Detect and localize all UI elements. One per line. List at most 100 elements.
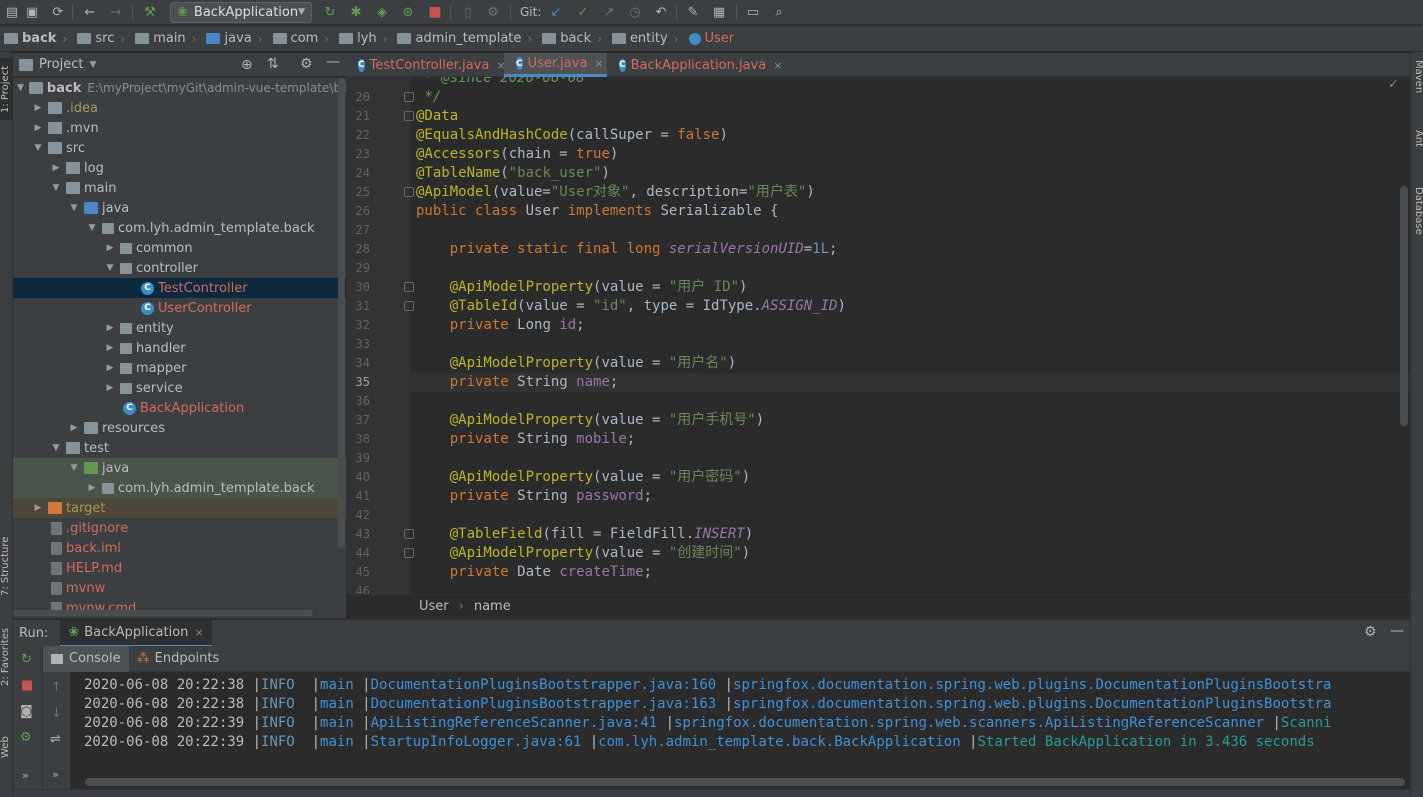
fold-marker[interactable] (404, 282, 414, 292)
tree-item-back-iml[interactable]: back.iml (13, 538, 346, 558)
rerun-icon[interactable]: ↻ (322, 4, 338, 20)
collapse-all-icon[interactable]: ⇅ (267, 56, 279, 72)
minimize-icon[interactable]: — (326, 54, 340, 70)
breadcrumb-item-back[interactable]: back › (0, 31, 73, 46)
more-chevron-icon[interactable]: » (52, 768, 59, 781)
tree-item-idea[interactable]: ▶ .idea (13, 98, 346, 118)
close-icon[interactable]: × (594, 57, 603, 70)
soft-wrap-icon[interactable]: ⇌ (50, 732, 61, 747)
tree-item-root[interactable]: ▼ back E:\myProject\myGit\admin-vue-templ… (13, 78, 346, 98)
breadcrumb-item-java[interactable]: java › (202, 31, 268, 46)
editor-crumb-class[interactable]: User (419, 599, 449, 614)
fold-marker[interactable] (404, 529, 414, 539)
breadcrumb-item-main[interactable]: main › (131, 31, 202, 46)
restore-layout-icon[interactable]: ⚙ (20, 730, 32, 745)
tab-user[interactable]: C User.java × (504, 53, 607, 77)
fold-marker[interactable] (404, 301, 414, 311)
inspection-ok-check-icon[interactable]: ✓ (1388, 77, 1399, 92)
tree-item-resources[interactable]: ▶ resources (13, 418, 346, 438)
breadcrumb-item-entity[interactable]: entity › (608, 31, 685, 46)
git-history-clock-icon[interactable]: ◷ (627, 4, 643, 20)
breadcrumb-item-back-package[interactable]: back › (538, 31, 608, 46)
back-arrow-icon[interactable]: ← (82, 4, 98, 20)
wrench-settings-icon[interactable]: ✎ (685, 4, 701, 20)
horizontal-scrollbar[interactable] (13, 610, 313, 616)
breadcrumb-item-user[interactable]: User (685, 31, 741, 46)
fold-marker[interactable] (404, 111, 414, 121)
save-all-icon[interactable]: ▣ (24, 4, 40, 20)
save-icon[interactable]: ▤ (4, 4, 20, 20)
chevron-down-icon[interactable]: ▼ (89, 60, 96, 70)
debug-bug-icon[interactable]: ✱ (348, 4, 364, 20)
locate-target-icon[interactable]: ⊕ (241, 57, 253, 73)
tree-item-usercontroller[interactable]: C UserController (13, 298, 346, 318)
tree-item-mvnw[interactable]: mvnw (13, 578, 346, 598)
tree-item-package[interactable]: ▼ com.lyh.admin_template.back (13, 218, 346, 238)
down-arrow-icon[interactable]: ↓ (51, 706, 62, 721)
tab-backapplication[interactable]: C BackApplication.java × (607, 53, 782, 77)
search-icon[interactable]: ⌕ (771, 4, 787, 20)
gear-icon[interactable]: ⚙ (1364, 624, 1377, 640)
tree-item-log[interactable]: ▶ log (13, 158, 346, 178)
tree-item-handler[interactable]: ▶ handler (13, 338, 346, 358)
git-commit-check-icon[interactable]: ✓ (575, 4, 591, 20)
tree-item-entity[interactable]: ▶ entity (13, 318, 346, 338)
more-chevron-icon[interactable]: » (22, 769, 29, 782)
close-icon[interactable]: × (194, 626, 203, 639)
tree-item-service[interactable]: ▶ service (13, 378, 346, 398)
forward-arrow-icon[interactable]: → (108, 4, 124, 20)
close-icon[interactable]: × (773, 59, 782, 72)
breadcrumb-item-com[interactable]: com › (269, 31, 336, 46)
fold-marker[interactable] (404, 187, 414, 197)
gear-icon[interactable]: ⚙ (300, 56, 313, 72)
project-panel-title[interactable]: Project (39, 57, 83, 72)
vertical-scrollbar[interactable] (338, 78, 345, 548)
tree-item-test-java[interactable]: ▼ java (13, 458, 346, 478)
git-push-icon[interactable]: ↗ (601, 4, 617, 20)
terminal-window-icon[interactable]: ▭ (745, 4, 761, 20)
rerun-icon[interactable]: ↻ (21, 652, 32, 667)
fold-marker[interactable] (404, 548, 414, 558)
camera-icon[interactable]: ◙ (20, 704, 33, 719)
tree-item-test[interactable]: ▼ test (13, 438, 346, 458)
tool-tab-project[interactable]: 1: Project (0, 58, 13, 120)
tree-item-target[interactable]: ▶ target (13, 498, 346, 518)
console-horizontal-scrollbar[interactable] (85, 778, 1405, 786)
code-editor[interactable]: * @since 2020-06-08 */ @Data @EqualsAndH… (410, 77, 1410, 594)
stop-icon[interactable]: ■ (427, 4, 443, 20)
tree-item-mapper[interactable]: ▶ mapper (13, 358, 346, 378)
build-hammer-icon[interactable]: ⚒ (142, 4, 158, 20)
coverage-icon[interactable]: ◈ (374, 4, 390, 20)
tool-tab-favorites[interactable]: 2: Favorites (0, 622, 13, 692)
tool-tab-ant[interactable]: Ant (1411, 130, 1423, 170)
tab-testcontroller[interactable]: C TestController.java × (346, 53, 506, 77)
fold-marker[interactable] (404, 92, 414, 102)
tree-item-src[interactable]: ▼ src (13, 138, 346, 158)
tool-tab-structure[interactable]: 7: Structure (0, 532, 13, 600)
tree-item-common[interactable]: ▶ common (13, 238, 346, 258)
attach-icon[interactable]: ⚙ (485, 4, 501, 20)
editor-crumb-field[interactable]: name (474, 599, 511, 614)
run-configuration-selector[interactable]: ❀ BackApplication ▼ (170, 2, 312, 23)
git-rollback-icon[interactable]: ↶ (653, 4, 669, 20)
sync-icon[interactable]: ⟳ (50, 4, 66, 20)
tab-endpoints[interactable]: ⁂ Endpoints (129, 646, 228, 672)
editor-scrollbar[interactable] (1400, 186, 1408, 426)
device-icon[interactable]: ▯ (460, 4, 476, 20)
tool-tab-maven[interactable]: Maven (1411, 60, 1423, 110)
breadcrumb-item-admin-template[interactable]: admin_template › (393, 31, 538, 46)
tree-item-main[interactable]: ▼ main (13, 178, 346, 198)
breadcrumb-item-lyh[interactable]: lyh › (335, 31, 393, 46)
tool-tab-web[interactable]: Web (0, 732, 13, 762)
up-arrow-icon[interactable]: ↑ (51, 680, 62, 695)
tree-item-backapplication[interactable]: C BackApplication (13, 398, 346, 418)
tree-item-help-md[interactable]: HELP.md (13, 558, 346, 578)
project-structure-icon[interactable]: ▦ (711, 4, 727, 20)
tree-item-java[interactable]: ▼ java (13, 198, 346, 218)
minimize-icon[interactable]: — (1390, 623, 1404, 639)
tree-item-testcontroller[interactable]: C TestController (13, 278, 346, 298)
stop-icon[interactable]: ■ (21, 678, 33, 693)
tree-item-mvn[interactable]: ▶ .mvn (13, 118, 346, 138)
tree-item-test-package[interactable]: ▶ com.lyh.admin_template.back (13, 478, 346, 498)
tool-tab-database[interactable]: Database (1411, 187, 1423, 257)
